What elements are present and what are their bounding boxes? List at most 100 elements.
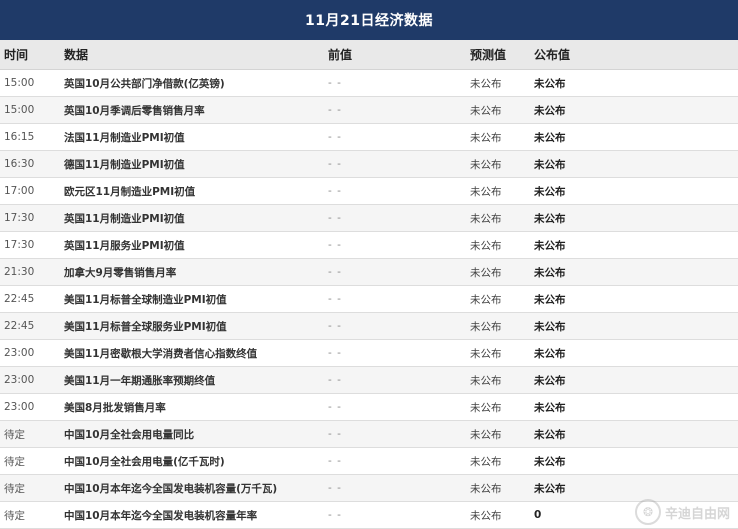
row-forecast: 未公布	[470, 455, 502, 468]
row-name: 加拿大9月零售销售月率	[64, 266, 177, 279]
table-row: 22:45 美国11月标普全球服务业PMI初值 - - 未公布 未公布	[0, 313, 738, 340]
row-name: 德国11月制造业PMI初值	[64, 158, 185, 171]
table-body: 15:00 英国10月公共部门净借款(亿英镑) - - 未公布 未公布 15:00 英国10…	[0, 70, 738, 529]
row-prev: - -	[328, 212, 342, 224]
row-prev: - -	[328, 347, 342, 359]
row-forecast: 未公布	[470, 401, 502, 414]
row-time: 22:45	[4, 320, 35, 332]
row-published: 未公布	[534, 158, 566, 171]
row-prev: - -	[328, 374, 342, 386]
row-forecast: 未公布	[470, 293, 502, 306]
row-time: 15:00	[4, 77, 35, 89]
row-published: 未公布	[534, 428, 566, 441]
row-forecast: 未公布	[470, 131, 502, 144]
row-prev: - -	[328, 401, 342, 413]
row-time: 17:00	[4, 185, 35, 197]
row-time: 23:00	[4, 401, 35, 413]
row-name: 美国11月一年期通胀率预期终值	[64, 374, 216, 387]
row-name: 英国11月制造业PMI初值	[64, 212, 185, 225]
row-time: 待定	[4, 428, 25, 441]
row-name: 中国10月本年迄今全国发电装机容量年率	[64, 509, 258, 522]
row-time: 17:30	[4, 212, 35, 224]
row-prev: - -	[328, 266, 342, 278]
table-row: 待定 中国10月全社会用电量同比 - - 未公布 未公布	[0, 421, 738, 448]
table-row: 待定 中国10月全社会用电量(亿千瓦时) - - 未公布 未公布	[0, 448, 738, 475]
header-time: 时间	[4, 48, 29, 62]
header-prev: 前值	[328, 48, 353, 62]
table-row: 待定 中国10月本年迄今全国发电装机容量(万千瓦) - - 未公布 未公布	[0, 475, 738, 502]
table-row: 17:30 英国11月服务业PMI初值 - - 未公布 未公布	[0, 232, 738, 259]
row-published: 未公布	[534, 77, 566, 90]
row-forecast: 未公布	[470, 374, 502, 387]
row-prev: - -	[328, 158, 342, 170]
row-prev: - -	[328, 104, 342, 116]
row-name: 美国11月密歇根大学消费者信心指数终值	[64, 347, 258, 360]
row-forecast: 未公布	[470, 320, 502, 333]
row-published: 未公布	[534, 293, 566, 306]
row-name: 中国10月本年迄今全国发电装机容量(万千瓦)	[64, 482, 278, 495]
row-time: 待定	[4, 482, 25, 495]
row-published: 未公布	[534, 266, 566, 279]
table-header: 时间 数据 前值 预测值 公布值	[0, 40, 738, 70]
table-row: 23:00 美国11月密歇根大学消费者信心指数终值 - - 未公布 未公布	[0, 340, 738, 367]
row-time: 17:30	[4, 239, 35, 251]
row-forecast: 未公布	[470, 158, 502, 171]
header-published: 公布值	[534, 48, 571, 62]
row-forecast: 未公布	[470, 482, 502, 495]
table-row: 22:45 美国11月标普全球制造业PMI初值 - - 未公布 未公布	[0, 286, 738, 313]
row-forecast: 未公布	[470, 239, 502, 252]
row-time: 16:15	[4, 131, 35, 143]
row-prev: - -	[328, 455, 342, 467]
row-name: 美国11月标普全球服务业PMI初值	[64, 320, 227, 333]
table-row: 16:15 法国11月制造业PMI初值 - - 未公布 未公布	[0, 124, 738, 151]
row-prev: - -	[328, 320, 342, 332]
header-name: 数据	[64, 48, 89, 62]
row-forecast: 未公布	[470, 185, 502, 198]
row-published: 未公布	[534, 104, 566, 117]
watermark-logo-icon: ❂	[634, 499, 661, 525]
economic-data-table: 时间 数据 前值 预测值 公布值 15:00 英国10月公共部门净借款(亿英镑) -…	[0, 40, 738, 529]
row-time: 16:30	[4, 158, 35, 170]
row-name: 英国11月服务业PMI初值	[64, 239, 185, 252]
row-forecast: 未公布	[470, 77, 502, 90]
table-row: 15:00 英国10月季调后零售销售月率 - - 未公布 未公布	[0, 97, 738, 124]
table-row: 待定 中国10月本年迄今全国发电装机容量年率 - - 未公布 0	[0, 502, 738, 529]
row-published: 未公布	[534, 212, 566, 225]
row-time: 待定	[4, 455, 25, 468]
row-prev: - -	[328, 239, 342, 251]
row-published: 未公布	[534, 455, 566, 468]
watermark-text: 辛迪自由网	[664, 506, 730, 522]
row-name: 英国10月季调后零售销售月率	[64, 104, 205, 117]
row-name: 美国8月批发销售月率	[64, 401, 166, 414]
row-published: 未公布	[534, 347, 566, 360]
row-prev: - -	[328, 185, 342, 197]
table-row: 17:00 欧元区11月制造业PMI初值 - - 未公布 未公布	[0, 178, 738, 205]
row-forecast: 未公布	[470, 509, 502, 522]
table-row: 16:30 德国11月制造业PMI初值 - - 未公布 未公布	[0, 151, 738, 178]
row-name: 中国10月全社会用电量同比	[64, 428, 195, 441]
row-name: 法国11月制造业PMI初值	[64, 131, 185, 144]
table-row: 15:00 英国10月公共部门净借款(亿英镑) - - 未公布 未公布	[0, 70, 738, 97]
row-published: 未公布	[534, 239, 566, 252]
table-row: 23:00 美国11月一年期通胀率预期终值 - - 未公布 未公布	[0, 367, 738, 394]
row-time: 15:00	[4, 104, 35, 116]
table-row: 23:00 美国8月批发销售月率 - - 未公布 未公布	[0, 394, 738, 421]
page-title: 11月21日经济数据	[0, 0, 738, 40]
row-name: 欧元区11月制造业PMI初值	[64, 185, 196, 198]
row-published: 0	[534, 509, 542, 521]
row-time: 21:30	[4, 266, 35, 278]
row-published: 未公布	[534, 374, 566, 387]
row-published: 未公布	[534, 320, 566, 333]
row-time: 22:45	[4, 293, 35, 305]
row-prev: - -	[328, 482, 342, 494]
row-published: 未公布	[534, 482, 566, 495]
row-published: 未公布	[534, 401, 566, 414]
table-row: 17:30 英国11月制造业PMI初值 - - 未公布 未公布	[0, 205, 738, 232]
row-forecast: 未公布	[470, 266, 502, 279]
row-prev: - -	[328, 428, 342, 440]
row-forecast: 未公布	[470, 347, 502, 360]
row-prev: - -	[328, 131, 342, 143]
row-published: 未公布	[534, 185, 566, 198]
row-prev: - -	[328, 293, 342, 305]
row-time: 待定	[4, 509, 25, 522]
